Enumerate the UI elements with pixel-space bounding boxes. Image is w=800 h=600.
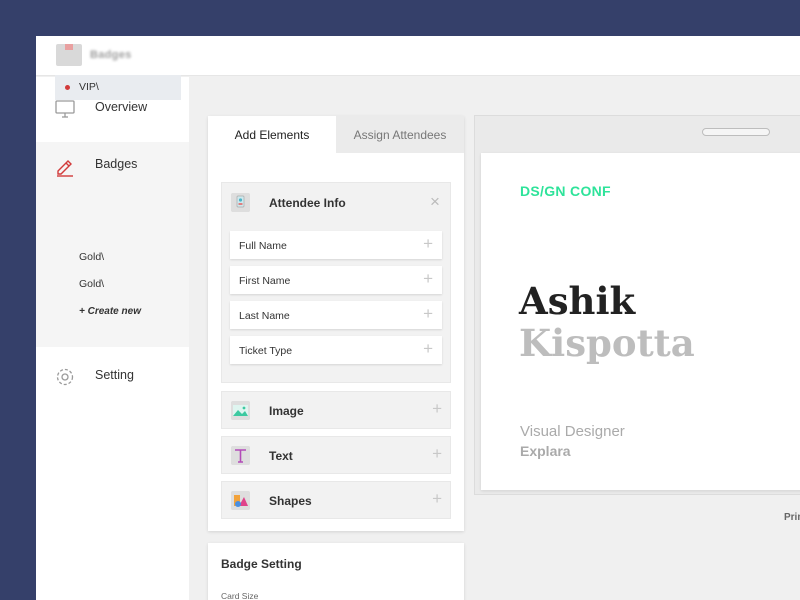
field-label: First Name [239,275,291,287]
attendee-icon [231,193,250,212]
attendee-last-name: Kispotta [519,321,695,365]
badge-item-label: VIP\ [79,81,99,93]
sidebar-item-setting[interactable]: Setting [36,353,189,399]
field-first-name[interactable]: First Name + [230,266,442,294]
badge-card[interactable]: DS/GN CONF Ashik Kispotta Visual Designe… [481,153,800,490]
lanyard-slot [702,128,770,136]
badge-item-gold[interactable]: Gold\ [55,245,181,270]
plus-icon[interactable]: + [423,304,433,324]
plus-icon[interactable]: + [423,234,433,254]
sidebar-item-label: Setting [95,368,134,382]
app-logo-text: Badges [90,49,132,61]
create-new-link[interactable]: + Create new [55,299,181,324]
element-shapes[interactable]: Shapes + [221,481,451,519]
text-icon [231,446,250,465]
field-ticket-type[interactable]: Ticket Type + [230,336,442,364]
pencil-icon [57,160,73,177]
attendee-info-group: Attendee Info × Full Name + First Name +… [221,182,451,383]
badge-item-label: Gold\ [79,251,105,263]
elements-panel: Add Elements Assign Attendees Attendee I… [208,116,464,531]
app-window: Badges Overview Badges VIP\ Gold\ Gold\ … [36,36,800,600]
shapes-icon [231,491,250,510]
field-label: Last Name [239,310,290,322]
attendee-info-title: Attendee Info [269,196,346,210]
plus-icon[interactable]: + [432,489,442,509]
attendee-role: Visual Designer [520,423,625,440]
close-icon[interactable]: × [430,192,440,212]
field-label: Full Name [239,240,287,252]
plus-icon[interactable]: + [432,444,442,464]
badge-setting-panel: Badge Setting Card Size [208,543,464,600]
monitor-icon [55,100,75,118]
field-label: Ticket Type [239,345,293,357]
attendee-info-header[interactable]: Attendee Info × [222,183,452,223]
plus-icon[interactable]: + [432,399,442,419]
element-label: Image [269,404,304,418]
badge-setting-title: Badge Setting [221,557,302,571]
app-logo-icon [56,44,82,66]
plus-icon[interactable]: + [423,339,433,359]
badge-item-label: Gold\ [79,278,105,290]
image-icon [231,401,250,420]
element-label: Shapes [269,494,312,508]
sidebar: Overview Badges VIP\ Gold\ Gold\ + Creat… [36,75,189,600]
print-button[interactable]: Prin [784,512,800,523]
plus-icon[interactable]: + [423,269,433,289]
badge-item-vip[interactable]: VIP\ [55,75,181,100]
conference-name: DS/GN CONF [520,183,611,199]
element-text[interactable]: Text + [221,436,451,474]
top-bar: Badges [36,36,800,76]
element-label: Text [269,449,293,463]
sidebar-item-badges[interactable]: Badges [36,142,189,188]
tab-assign-attendees[interactable]: Assign Attendees [336,116,464,153]
sidebar-item-label: Badges [95,157,138,171]
element-image[interactable]: Image + [221,391,451,429]
sidebar-item-label: Overview [95,100,148,114]
gear-icon [56,368,74,386]
field-full-name[interactable]: Full Name + [230,231,442,259]
badge-preview: DS/GN CONF Ashik Kispotta Visual Designe… [474,115,800,495]
card-size-label: Card Size [221,591,259,600]
attendee-first-name: Ashik [519,279,636,323]
active-dot-icon [65,85,70,90]
badge-item-gold-2[interactable]: Gold\ [55,272,181,297]
tab-add-elements[interactable]: Add Elements [208,116,336,153]
attendee-company: Explara [520,443,571,459]
field-last-name[interactable]: Last Name + [230,301,442,329]
